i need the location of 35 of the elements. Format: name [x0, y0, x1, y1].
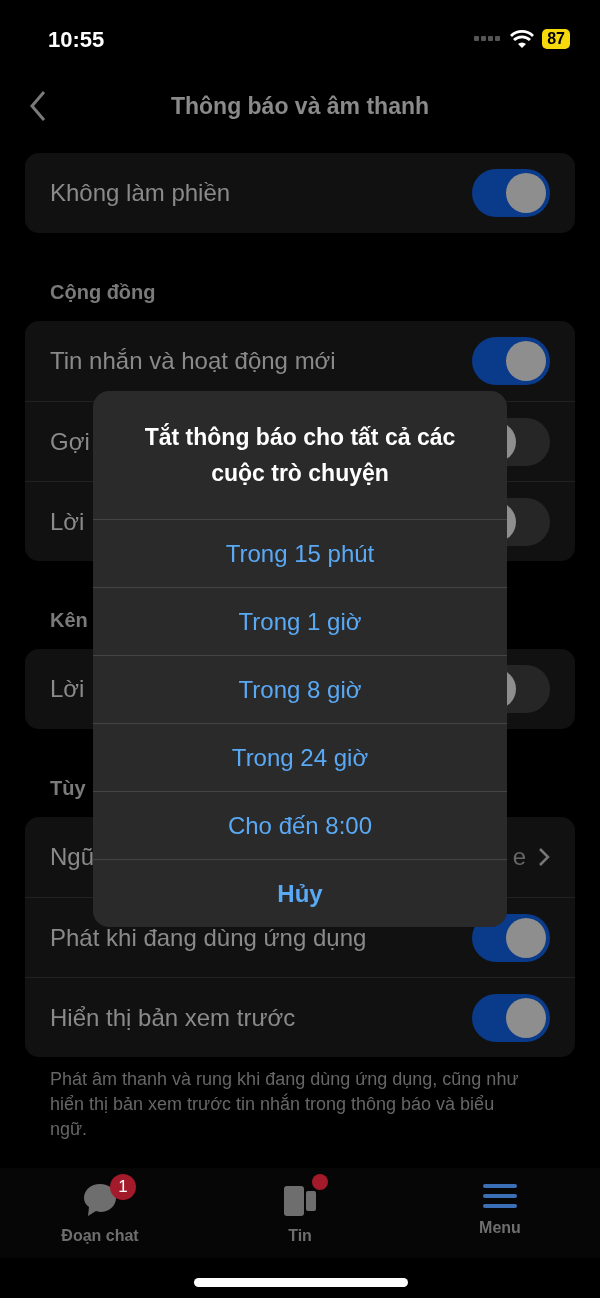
section-header: Cộng đồng: [50, 280, 156, 305]
menu-icon: [482, 1182, 518, 1210]
section-header: Tùy: [50, 776, 86, 801]
toggle-switch[interactable]: [472, 993, 550, 1042]
chat-bubble-icon: [82, 1182, 118, 1218]
screen-title: Thông báo và âm thanh: [170, 91, 430, 121]
setting-label: Ngũ: [50, 842, 95, 872]
toggle-switch[interactable]: [472, 337, 550, 385]
dialog-action[interactable]: Trong 24 giờ: [93, 723, 507, 791]
back-icon[interactable]: [28, 90, 48, 122]
signal-icon: [474, 36, 503, 42]
unread-badge: 1: [110, 1174, 136, 1200]
dialog-action[interactable]: Hủy: [93, 859, 507, 927]
setting-label: Lời: [50, 506, 85, 537]
toggle-switch[interactable]: [472, 169, 550, 217]
dialog-action[interactable]: Cho đến 8:00: [93, 791, 507, 859]
status-time: 10:55: [48, 25, 105, 54]
chevron-right-icon: [538, 847, 550, 867]
battery-indicator: 87: [542, 29, 570, 49]
tab-item[interactable]: Menu: [400, 1168, 600, 1258]
setting-label: Hiển thị bản xem trước: [50, 1002, 296, 1033]
dialog-title: Tắt thông báo cho tất cả các cuộc trò chuyện: [143, 422, 457, 488]
section-footer: Phát âm thanh và rung khi đang dùng ứng dụng, cũng như hiển thị bản xem trước tin nhắn trong thông báo và biểu ngữ.: [25, 1057, 575, 1142]
tab-item[interactable]: 1 Đoạn chat: [0, 1168, 200, 1258]
setting-value: e: [512, 842, 526, 872]
dialog-action[interactable]: Trong 15 phút: [93, 519, 507, 587]
setting-label: Không làm phiền: [50, 178, 231, 208]
tab-item[interactable]: Tin: [200, 1168, 400, 1258]
setting-label: Gợi: [50, 426, 90, 457]
dialog-action[interactable]: Trong 8 giờ: [93, 655, 507, 723]
dialog-action[interactable]: Trong 1 giờ: [93, 587, 507, 655]
setting-label: Tin nhắn và hoạt động mới: [50, 346, 336, 376]
wifi-icon: [510, 30, 535, 48]
section-header: Kên: [50, 608, 88, 633]
setting-label: Lời: [50, 674, 85, 704]
